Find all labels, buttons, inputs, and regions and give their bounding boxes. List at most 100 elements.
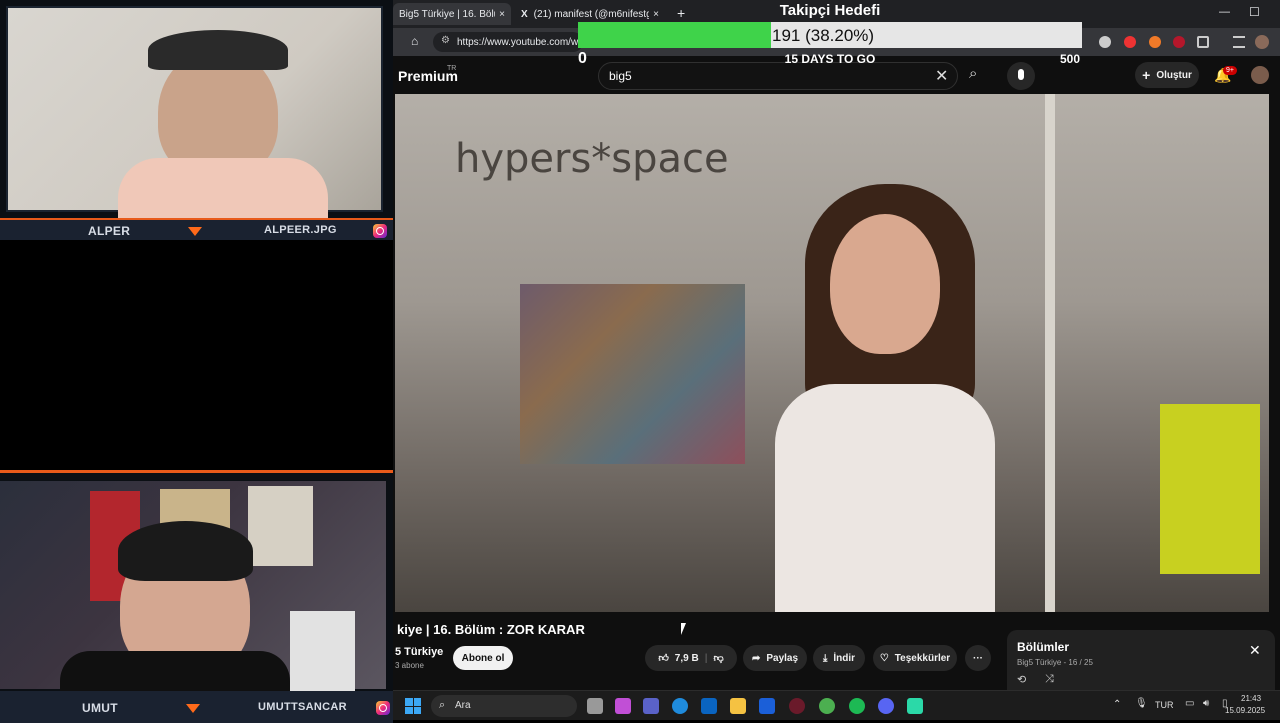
thanks-button[interactable]: ♡ Teşekkürler — [873, 645, 957, 671]
subscribe-button[interactable]: Abone ol — [453, 646, 513, 670]
search-icon: ⌕ — [439, 699, 446, 711]
subscriber-count: 3 abone — [395, 661, 424, 670]
person-body — [775, 384, 995, 612]
follower-goal-widget: Takipçi Hedefi 191 (38.20%) 0 15 DAYS TO… — [576, 0, 1084, 70]
taskbar-search[interactable]: ⌕ Ara — [431, 695, 577, 717]
like-dislike-group: 👍︎ 7,9 B | 👎︎ — [645, 645, 737, 671]
goal-progress-text: 191 (38.20%) — [772, 26, 875, 45]
notification-count-badge: 9+ — [1223, 66, 1237, 75]
discord-icon[interactable] — [878, 698, 894, 714]
streamer-name-right: UMUTTSANCAR — [258, 701, 347, 713]
avatar[interactable] — [1251, 66, 1269, 84]
video-title: kiye | 16. Bölüm : ZOR KARAR — [397, 622, 585, 637]
channel-name[interactable]: 5 Türkiye — [395, 646, 443, 658]
instagram-icon — [376, 701, 390, 715]
task-view-icon[interactable] — [587, 698, 603, 714]
shuffle-icon[interactable]: ⤨ — [1045, 673, 1054, 686]
goal-days-left: 15 DAYS TO GO — [784, 52, 876, 66]
tab-label: Big5 Türkiye | 16. Bölüm — [399, 8, 495, 20]
windows-taskbar: ⌕ Ara ⌃ 🎙︎ TUR ▭ 🔊︎ ▯ 21:43 15.09.2025 — [393, 690, 1280, 720]
like-count[interactable]: 7,9 B — [675, 653, 699, 664]
home-icon[interactable]: ⌂ — [411, 34, 418, 48]
clock-date[interactable]: 15.09.2025 — [1225, 706, 1265, 715]
store-icon[interactable] — [759, 698, 775, 714]
arrow-down-icon — [186, 704, 200, 713]
webcam-top-panel: ALPER ALPEER.JPG — [0, 0, 393, 240]
start-button[interactable] — [405, 698, 421, 714]
url-text: https://www.youtube.com/wa — [457, 36, 583, 48]
app-icon[interactable] — [789, 698, 805, 714]
thanks-icon: ♡ — [879, 652, 889, 664]
video-player[interactable]: hypers*space — [395, 94, 1269, 612]
shield-icon[interactable] — [1099, 36, 1111, 48]
playlist-subtitle: Big5 Türkiye - 16 / 25 — [1017, 658, 1093, 667]
x-logo-icon: X — [521, 8, 528, 20]
webcam-bottom-namebar: UMUT UMUTTSANCAR — [0, 691, 393, 723]
extensions-puzzle-icon[interactable] — [1197, 36, 1209, 48]
playlist-title: Bölümler — [1017, 640, 1070, 654]
goal-title: Takipçi Hedefi — [779, 2, 881, 19]
wall-column — [1045, 94, 1055, 612]
copilot-icon[interactable] — [615, 698, 631, 714]
chevron-up-icon[interactable]: ⌃ — [1113, 699, 1121, 710]
webcam-top-namebar: ALPER ALPEER.JPG — [0, 218, 393, 240]
download-button[interactable]: ⤓ İndir — [813, 645, 865, 671]
microphone-icon[interactable]: 🎙︎ — [1135, 698, 1148, 709]
mouse-cursor — [681, 623, 686, 635]
background-sign: hypers*space — [455, 136, 729, 182]
chrome-icon[interactable] — [819, 698, 835, 714]
arrow-down-icon — [188, 227, 202, 236]
plus-icon: + — [1142, 67, 1151, 83]
loop-icon[interactable]: ⟲ — [1017, 673, 1026, 686]
divider: | — [704, 652, 708, 664]
profile-avatar[interactable] — [1255, 35, 1269, 49]
streamer-name-right: ALPEER.JPG — [264, 224, 337, 236]
share-label: Paylaş — [766, 652, 799, 664]
headset-cap — [148, 30, 288, 70]
decorated-counter — [520, 284, 745, 464]
more-actions-button[interactable]: ··· — [965, 645, 991, 671]
outlook-icon[interactable] — [701, 698, 717, 714]
webcam-top-video — [6, 6, 383, 218]
poster — [248, 486, 313, 566]
download-icon: ⤓ — [822, 652, 828, 664]
site-settings-icon[interactable]: ⚙ — [441, 35, 450, 46]
teams-icon[interactable] — [643, 698, 659, 714]
maximize-button[interactable]: ☐ — [1249, 5, 1260, 19]
person-face — [830, 214, 940, 354]
browser-window: Big5 Türkiye | 16. Bölüm × X (21) manife… — [393, 0, 1280, 690]
streamer-name-left: ALPER — [88, 224, 131, 238]
like-icon[interactable]: 👍︎ — [658, 652, 668, 664]
close-icon[interactable]: × — [499, 9, 505, 20]
extension-icon[interactable] — [1149, 36, 1161, 48]
file-explorer-icon[interactable] — [730, 698, 746, 714]
reading-list-icon[interactable] — [1233, 36, 1245, 48]
app-icon[interactable] — [907, 698, 923, 714]
streamer-hair — [118, 521, 253, 581]
create-label: Oluştur — [1156, 69, 1192, 81]
share-icon: ➦ — [751, 652, 761, 664]
clock-time[interactable]: 21:43 — [1241, 694, 1261, 703]
address-bar[interactable]: ⚙ https://www.youtube.com/wa — [433, 32, 583, 52]
create-button[interactable]: + Oluştur — [1135, 62, 1199, 88]
close-icon[interactable]: ✕ — [1249, 642, 1261, 659]
goal-progress-fill — [578, 22, 771, 48]
volume-icon[interactable]: 🔊︎ — [1203, 698, 1209, 709]
instagram-icon — [373, 224, 387, 238]
dislike-icon[interactable]: 👎︎ — [714, 652, 724, 664]
microphone-icon — [1018, 69, 1024, 80]
ublock-icon[interactable] — [1173, 36, 1185, 48]
thanks-label: Teşekkürler — [894, 652, 951, 664]
chair — [290, 611, 355, 691]
extension-icon[interactable] — [1124, 36, 1136, 48]
minimize-button[interactable]: — — [1219, 6, 1230, 18]
yellow-furniture — [1160, 404, 1260, 574]
download-label: İndir — [833, 652, 856, 664]
spotify-icon[interactable] — [849, 698, 865, 714]
streamer-shirt — [118, 158, 328, 218]
tab-youtube[interactable]: Big5 Türkiye | 16. Bölüm × — [393, 3, 511, 25]
network-icon[interactable]: ▭ — [1185, 698, 1194, 709]
language-indicator[interactable]: TUR — [1155, 700, 1174, 710]
edge-icon[interactable] — [672, 698, 688, 714]
share-button[interactable]: ➦ Paylaş — [743, 645, 807, 671]
